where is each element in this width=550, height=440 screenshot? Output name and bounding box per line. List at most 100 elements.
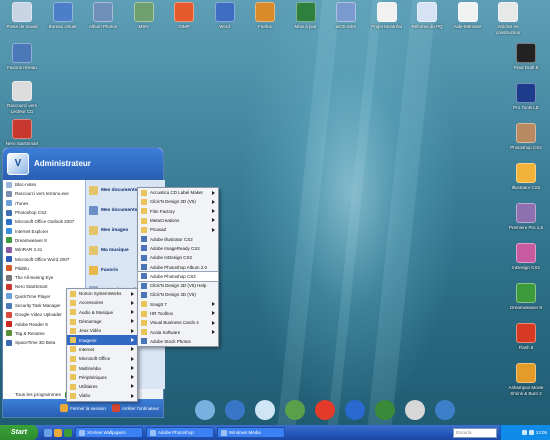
- pinned-item-microsoft-office-word-2007[interactable]: Microsoft Office Word 2007: [3, 254, 85, 263]
- desktop-icon-pro-tools-le[interactable]: Pro Tools LE: [504, 83, 548, 111]
- pinned-item-label: Internet Explorer: [15, 228, 49, 234]
- shutdown-button[interactable]: Arrêter l'ordinateur: [111, 404, 159, 412]
- menu-item-internet[interactable]: Internet: [67, 345, 137, 354]
- menu-item-picasaz[interactable]: PicasaZ: [138, 225, 218, 234]
- menu-item-label: Norton SystemWorks: [79, 291, 122, 297]
- start-button[interactable]: Start: [0, 425, 38, 440]
- menu-item-norton-systemworks[interactable]: Norton SystemWorks: [67, 289, 137, 298]
- pinned-item-raccourci-vers-terrano-exe[interactable]: Raccourci vers terrano.exe: [3, 189, 85, 198]
- menu-item-adobe-stock-photos[interactable]: Adobe Stock Photos: [138, 337, 218, 346]
- menu-item-visual-business-cards-4[interactable]: Visual Business Cards 4: [138, 318, 218, 327]
- clock[interactable]: 13:05: [536, 430, 547, 435]
- menu-item-microsoft-office[interactable]: Microsoft Office: [67, 354, 137, 363]
- menu-item-adobe-photoshop-cs2[interactable]: Adobe Photoshop CS2: [137, 270, 219, 283]
- desktop-icon-ashampoo-movie-shrink-burn-2[interactable]: Ashampoo Movie Shrink & Burn 2: [504, 363, 548, 397]
- menu-item-adobe-imageready-cs2[interactable]: Adobe ImageReady CS2: [138, 244, 218, 253]
- pinned-item-photoshop-cs2[interactable]: Photoshop CS2: [3, 208, 85, 217]
- desktop-icon-favoris-r-seau[interactable]: Favoris réseau: [0, 43, 44, 71]
- menu-item-accusticu-cd-label-maker[interactable]: Accusticu CD Label Maker: [138, 188, 218, 197]
- media-quicklaunch-icon[interactable]: [64, 428, 72, 437]
- desktop-icon-firefox[interactable]: Firefox: [243, 2, 287, 30]
- desktop-icon-bureau-virtuel[interactable]: Bureau virtuel: [41, 2, 85, 30]
- desktop-icon-poste-de-travail[interactable]: Poste de travail: [0, 2, 44, 30]
- taskbar-task[interactable]: XnView Wallpapers: [75, 427, 143, 438]
- menu-item-adobe-illustrator-cs2[interactable]: Adobe Illustrator CS2: [138, 234, 218, 243]
- dock-app-icon[interactable]: [345, 400, 365, 420]
- pinned-item-dreamweaver-8[interactable]: Dreamweaver 8: [3, 236, 85, 245]
- logoff-button[interactable]: Fermer la session: [60, 404, 106, 412]
- pinned-item-itunes[interactable]: iTunes: [3, 199, 85, 208]
- menu-item-adobe-indesign-cs2[interactable]: Adobe InDesign CS2: [138, 253, 218, 262]
- menu-item-hr-toolbox[interactable]: HR Toolbox: [138, 309, 218, 318]
- pinned-item-bloc-notes[interactable]: Bloc-notes: [3, 180, 85, 189]
- dock-app-icon[interactable]: [195, 400, 215, 420]
- menu-item-click-n-design-3d-v5[interactable]: Click'N Design 3D (V5): [138, 290, 218, 299]
- desktop-icon-msn[interactable]: MSN: [122, 2, 166, 30]
- menu-item-film-factory[interactable]: Film Factory: [138, 207, 218, 216]
- desktop-icon-illustrator-cs2[interactable]: Illustrator CS2: [504, 163, 548, 191]
- menu-item-accessoires[interactable]: Accessoires: [67, 298, 137, 307]
- menu-item-label: Périphériques: [79, 374, 107, 380]
- menu-item-p-riph-riques[interactable]: Périphériques: [67, 373, 137, 382]
- desktop-icon-final-draft-6[interactable]: Final Draft 6: [504, 43, 548, 71]
- desktop-quicklaunch-icon[interactable]: [44, 428, 52, 437]
- folder-icon: [70, 290, 76, 297]
- volume-icon[interactable]: [528, 430, 534, 435]
- pinned-item-pikiblu[interactable]: PikiBlu: [3, 264, 85, 273]
- dock-app-icon[interactable]: [375, 400, 395, 420]
- desktop-icon-raccourci-vers-lecteur-cd[interactable]: Raccourci vers Lecteur CD: [0, 81, 44, 115]
- folder-icon: [70, 327, 76, 334]
- desktop-icon-image: [516, 243, 536, 263]
- desktop-icon-projet-montr-al[interactable]: Projet Montréal: [365, 2, 409, 30]
- firefox-quicklaunch-icon[interactable]: [54, 428, 62, 437]
- menu-item-imagerie[interactable]: Imagerie: [67, 335, 137, 345]
- taskbar-task[interactable]: Adobe Photoshop: [146, 427, 214, 438]
- menu-item-click-n-design-3d-v5-help[interactable]: Click'N Design 3D (V5) Help: [138, 281, 218, 290]
- menu-item-d-marrage[interactable]: Démarrage: [67, 317, 137, 326]
- pinned-item-internet-explorer[interactable]: Internet Explorer: [3, 226, 85, 235]
- menu-item-vid-o[interactable]: Vidéo: [67, 391, 137, 400]
- dock-app-icon[interactable]: [435, 400, 455, 420]
- desktop-icon-label: Illustrator CS2: [511, 185, 541, 190]
- pinned-item-the-all-seeing-eye[interactable]: The All-Seeing Eye: [3, 273, 85, 282]
- search-input[interactable]: Encarta: [453, 427, 497, 438]
- menu-item-metacreations[interactable]: MetaCreations: [138, 216, 218, 225]
- menu-item-multim-dia[interactable]: Multimédia: [67, 363, 137, 372]
- menu-item-snagit-7[interactable]: SnagIt 7: [138, 300, 218, 309]
- desktop-icon-nero-startsmart[interactable]: Nero StartSmart: [0, 119, 44, 147]
- menu-item-click-n-design-3d-v5[interactable]: Click'N Design 3D (V5): [138, 197, 218, 206]
- dock-app-icon[interactable]: [315, 400, 335, 420]
- dock-app-icon[interactable]: [255, 400, 275, 420]
- desktop-icon-flash-8[interactable]: Flash 8: [504, 323, 548, 351]
- desktop-icon-wce-sdm[interactable]: wCE-Sdm: [324, 2, 368, 30]
- desktop-icon-aide-m-moire[interactable]: Aide-Mémoire: [446, 2, 490, 30]
- desktop-icon-word[interactable]: Word: [203, 2, 247, 30]
- desktop-icon-photoshop-cs2[interactable]: Photoshop CS2: [504, 123, 548, 151]
- menu-item-adobe-photoshop-album-2-0[interactable]: Adobe Photoshop Album 2.0: [138, 262, 218, 271]
- network-icon[interactable]: [521, 430, 527, 435]
- pinned-item-microsoft-office-outlook-2007[interactable]: Microsoft Office Outlook 2007: [3, 217, 85, 226]
- dock-app-icon[interactable]: [405, 400, 425, 420]
- menu-item-audio-musique[interactable]: Audio & Musique: [67, 308, 137, 317]
- taskbar-task[interactable]: Windows Media: [217, 427, 285, 438]
- dock-app-icon[interactable]: [225, 400, 245, 420]
- user-avatar[interactable]: V: [7, 153, 29, 175]
- desktop-icon-indesign-cs2[interactable]: InDesign CS2: [504, 243, 548, 271]
- desktop-icon-gimp[interactable]: GIMP: [162, 2, 206, 30]
- menu-item-jeux-vid-o[interactable]: Jeux Vidéo: [67, 326, 137, 335]
- folder-icon: [141, 226, 147, 233]
- desktop-icon-mise-jour[interactable]: Mise à jour: [284, 2, 328, 30]
- dock-app-icon[interactable]: [285, 400, 305, 420]
- pinned-item-label: WinRAR 3.41: [15, 247, 43, 253]
- desktop-icon-r-forme-du-pq[interactable]: Réforme du PQ: [405, 2, 449, 30]
- submenu-arrow-icon: [212, 311, 215, 316]
- menu-item-utilitaires[interactable]: Utilitaires: [67, 382, 137, 391]
- pinned-item-winrar-3-41[interactable]: WinRAR 3.41: [3, 245, 85, 254]
- desktop-icon-label: MSN: [138, 24, 149, 29]
- desktop-icon-album-photos[interactable]: Album Photos: [81, 2, 125, 30]
- menu-item-acala-software[interactable]: Acala Software: [138, 327, 218, 336]
- desktop-icon-articles-en-construction[interactable]: Articles en construction: [486, 2, 530, 36]
- place-label: Mes images: [101, 227, 129, 233]
- desktop-icon-dreamweaver-8[interactable]: Dreamweaver 8: [504, 283, 548, 311]
- desktop-icon-premiere-pro-1-5[interactable]: Premiere Pro 1.5: [504, 203, 548, 231]
